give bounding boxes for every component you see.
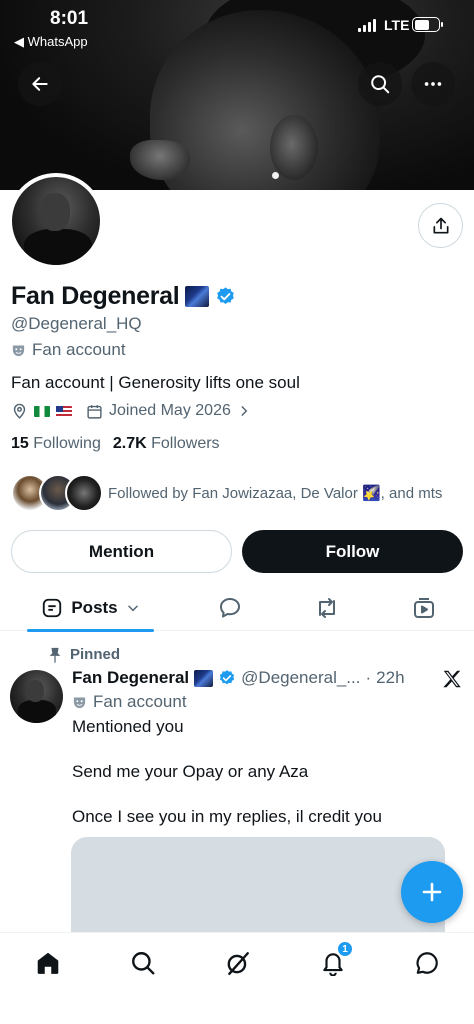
post-author-avatar[interactable]	[10, 670, 63, 723]
follow-button[interactable]: Follow	[242, 530, 463, 573]
tab-posts[interactable]: Posts	[27, 585, 154, 632]
account-type-text: Fan account	[32, 340, 126, 359]
speech-bubble-icon	[220, 598, 240, 618]
banner-photo-ear	[270, 115, 318, 180]
post-media-image[interactable]	[71, 837, 445, 937]
nav-grok[interactable]	[222, 947, 254, 979]
chevron-right-icon[interactable]	[237, 404, 251, 418]
banner-photo-face	[130, 140, 190, 180]
followers-link[interactable]: 2.7K Followers	[113, 435, 220, 453]
follow-stats: 15 Following 2.7K Followers	[11, 435, 220, 453]
post-body: Mentioned you Send me your Opay or any A…	[72, 716, 452, 851]
location-pin-icon	[13, 403, 26, 419]
tab-reposts[interactable]	[305, 585, 349, 631]
notification-badge: 1	[337, 941, 353, 957]
profile-actions: Mention Follow	[11, 530, 463, 573]
post-author-name[interactable]: Fan Degeneral	[72, 668, 189, 688]
post-account-text: Fan account	[93, 692, 187, 711]
following-count: 15	[11, 435, 29, 452]
post-line: Send me your Opay or any Aza	[72, 762, 309, 781]
tab-posts-label: Posts	[71, 598, 118, 617]
mutual-avatars	[11, 474, 103, 512]
arrow-left-icon	[32, 77, 48, 91]
bottom-nav: 1	[0, 932, 474, 1024]
profile-name-row: Fan Degeneral	[11, 282, 236, 311]
status-bar: 8:01 ◀ WhatsApp LTE	[0, 0, 474, 56]
search-icon	[371, 75, 390, 94]
nav-messages[interactable]	[411, 947, 443, 979]
following-link[interactable]: 15 Following	[11, 435, 101, 453]
pinned-label: Pinned	[48, 646, 120, 663]
share-profile-button[interactable]	[418, 203, 463, 248]
home-icon	[37, 952, 59, 974]
followers-count: 2.7K	[112, 435, 147, 452]
media-icon	[414, 598, 434, 618]
galaxy-emoji-icon	[194, 669, 214, 687]
post-author-handle: @Degeneral_...	[241, 668, 361, 687]
battery-icon	[412, 17, 443, 32]
post-separator: ·	[365, 668, 372, 687]
nigeria-flag-icon	[34, 405, 50, 417]
nav-notifications[interactable]: 1	[317, 941, 353, 979]
profile-account-label[interactable]: Fan account	[11, 340, 126, 360]
profile-tabs: Posts	[0, 585, 474, 632]
message-icon	[416, 952, 438, 974]
chevron-down-icon	[127, 605, 138, 612]
plus-icon	[422, 882, 442, 902]
search-icon	[132, 952, 155, 975]
search-button[interactable]	[358, 62, 402, 106]
avatar	[65, 474, 103, 512]
signal-icon	[358, 19, 376, 32]
network-label: LTE	[384, 17, 410, 33]
post-timestamp[interactable]: 22h	[376, 668, 404, 688]
profile-bio: Fan account | Generosity lifts one soul	[11, 373, 300, 392]
tab-replies[interactable]	[208, 585, 252, 631]
nav-search[interactable]	[127, 947, 159, 979]
tab-media[interactable]	[402, 585, 446, 631]
pinned-text: Pinned	[70, 646, 121, 663]
galaxy-emoji-icon	[185, 286, 210, 307]
followers-label: Followers	[151, 435, 220, 452]
mask-icon	[12, 345, 25, 356]
repost-icon	[319, 598, 335, 618]
joined-date: Joined May 2026	[109, 402, 231, 419]
profile-meta-row: Joined May 2026	[11, 402, 251, 420]
post-line: Mentioned you	[72, 717, 184, 736]
profile-avatar[interactable]	[8, 173, 104, 269]
posts-icon	[43, 598, 62, 618]
profile-handle: @Degeneral_HQ	[11, 314, 142, 333]
verified-badge-icon[interactable]	[215, 286, 236, 307]
profile-display-name: Fan Degeneral	[11, 282, 180, 310]
pin-icon	[49, 647, 61, 663]
status-time: 8:01	[50, 8, 89, 29]
post-account-label: Fan account	[72, 692, 187, 712]
banner-photo-earring	[272, 172, 279, 179]
mask-icon	[73, 697, 86, 708]
followed-by-text: Followed by Fan Jowizazaa, De Valor 🌠, a…	[108, 485, 443, 502]
x-logo-icon[interactable]	[441, 668, 463, 690]
back-button[interactable]	[18, 62, 62, 106]
mention-button[interactable]: Mention	[11, 530, 232, 573]
following-label: Following	[33, 435, 101, 452]
more-button[interactable]	[411, 62, 455, 106]
calendar-icon	[87, 404, 102, 419]
verified-badge-icon	[220, 670, 235, 685]
post-header: Fan Degeneral @Degeneral_... · 22h	[72, 668, 405, 688]
compose-button[interactable]	[401, 861, 463, 923]
grok-icon	[227, 952, 249, 976]
post-line: Once I see you in my replies, il credit …	[72, 807, 382, 826]
usa-flag-icon	[56, 405, 72, 417]
back-to-whatsapp[interactable]: ◀ WhatsApp	[14, 34, 88, 50]
more-horizontal-icon	[424, 82, 442, 86]
share-icon	[433, 217, 448, 233]
followers-you-know[interactable]: Followed by Fan Jowizazaa, De Valor 🌠, a…	[11, 474, 442, 512]
nav-home[interactable]	[32, 947, 64, 979]
